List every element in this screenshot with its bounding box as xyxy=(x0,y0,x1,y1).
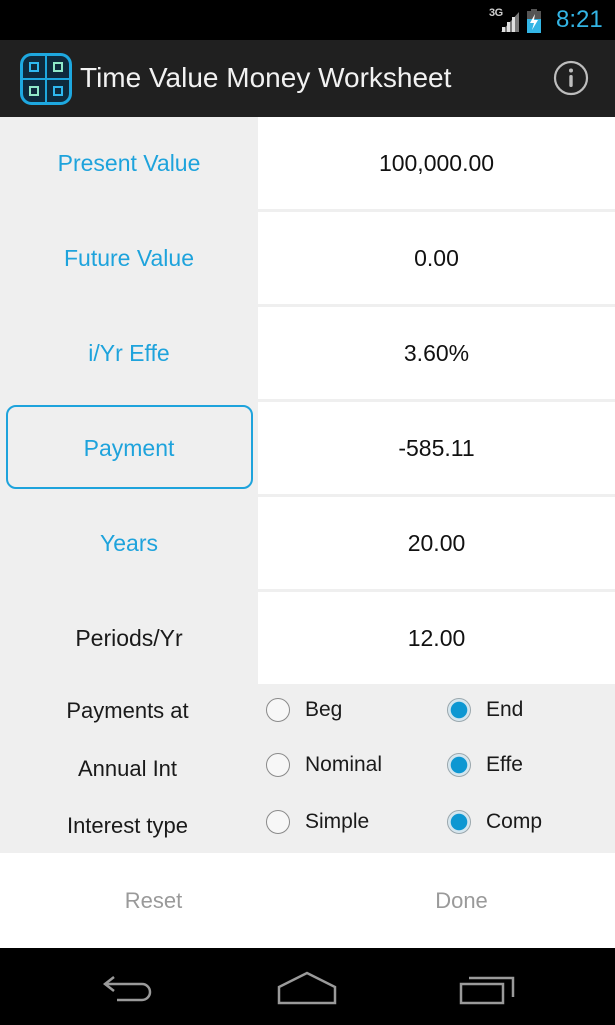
battery-charging-icon xyxy=(527,9,541,33)
interest-type-label: Interest type xyxy=(66,813,189,838)
home-button[interactable] xyxy=(272,966,342,1010)
periods-per-year-field[interactable]: 12.00 xyxy=(258,592,615,684)
interest-rate-button[interactable]: i/Yr Effe xyxy=(0,307,258,399)
radio-annual-nominal[interactable] xyxy=(266,753,290,777)
status-bar: 3G 8:21 xyxy=(0,0,615,40)
calculator-grid-icon[interactable] xyxy=(20,53,72,105)
future-value-field[interactable]: 0.00 xyxy=(258,212,615,304)
recent-apps-icon xyxy=(459,976,515,1005)
radio-interest-simple-label[interactable]: Simple xyxy=(305,810,369,834)
navigation-bar xyxy=(0,948,615,1025)
button-bar: Reset Done xyxy=(0,853,615,948)
info-icon[interactable] xyxy=(552,59,590,97)
radio-annual-effective-label[interactable]: Effe xyxy=(486,753,523,777)
years-field[interactable]: 20.00 xyxy=(258,497,615,589)
radio-annual-nominal-label[interactable]: Nominal xyxy=(305,753,382,777)
present-value-button[interactable]: Present Value xyxy=(0,117,258,209)
radio-interest-compound[interactable] xyxy=(447,810,471,834)
periods-per-year-label: Periods/Yr xyxy=(75,624,183,651)
radio-payments-beg[interactable] xyxy=(266,698,290,722)
back-button[interactable] xyxy=(93,966,163,1010)
interest-rate-field[interactable]: 3.60% xyxy=(258,307,615,399)
done-button[interactable]: Done xyxy=(308,853,615,948)
payment-field[interactable]: -585.11 xyxy=(258,402,615,494)
radio-annual-effective[interactable] xyxy=(447,753,471,777)
years-button[interactable]: Years xyxy=(0,497,258,589)
recent-apps-button[interactable] xyxy=(452,966,522,1010)
radio-interest-compound-label[interactable]: Comp xyxy=(486,810,542,834)
action-bar: Time Value Money Worksheet xyxy=(0,40,615,117)
radio-payments-end[interactable] xyxy=(447,698,471,722)
radio-payments-end-label[interactable]: End xyxy=(486,698,523,722)
reset-button[interactable]: Reset xyxy=(0,853,307,948)
radio-interest-simple[interactable] xyxy=(266,810,290,834)
signal-icon xyxy=(501,12,519,32)
future-value-button[interactable]: Future Value xyxy=(0,212,258,304)
back-icon xyxy=(102,976,152,1002)
annual-int-label: Annual Int xyxy=(77,756,178,781)
present-value-field[interactable]: 100,000.00 xyxy=(258,117,615,209)
clock: 8:21 xyxy=(556,6,603,33)
app-title: Time Value Money Worksheet xyxy=(80,62,452,93)
radio-payments-beg-label[interactable]: Beg xyxy=(305,698,342,722)
payment-button[interactable]: Payment xyxy=(0,402,258,494)
home-icon xyxy=(277,971,337,1005)
payments-at-label: Payments at xyxy=(66,698,189,723)
